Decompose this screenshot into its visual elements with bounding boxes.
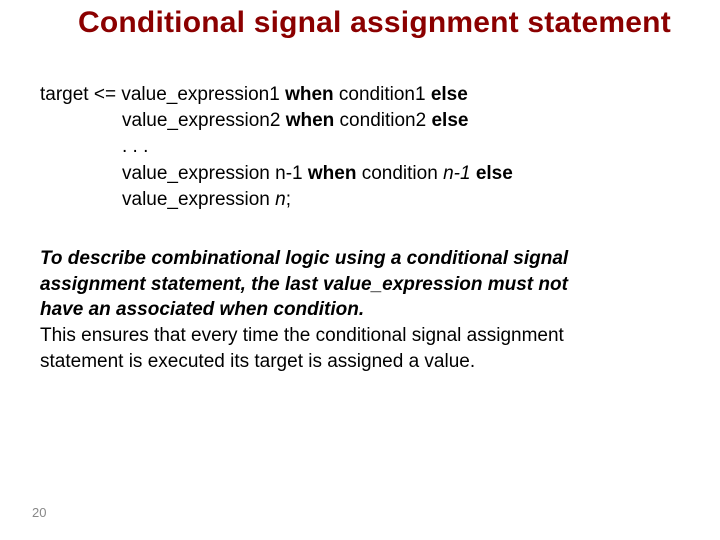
keyword-when: when	[285, 84, 334, 105]
text: value_expression2	[122, 110, 286, 131]
text: ;	[286, 189, 291, 210]
syntax-line-4: value_expression n-1 when condition n-1 …	[40, 161, 700, 187]
syntax-line-3: . . .	[40, 134, 700, 160]
keyword-else: else	[431, 110, 468, 131]
text: target <= value_expression1	[40, 84, 285, 105]
slide: Conditional signal assignment statement …	[0, 0, 720, 540]
text-italic: n	[275, 189, 286, 210]
keyword-when: when	[286, 110, 335, 131]
desc-line-4: This ensures that every time the conditi…	[40, 323, 680, 349]
keyword-else: else	[476, 163, 513, 184]
syntax-line-2: value_expression2 when condition2 else	[40, 108, 700, 134]
desc-line-5: statement is executed its target is assi…	[40, 349, 680, 375]
text-italic: n-1	[443, 163, 476, 184]
text: value_expression	[122, 189, 275, 210]
text: condition	[356, 163, 443, 184]
text: value_expression n-1	[122, 163, 308, 184]
desc-line-2: assignment statement, the last value_exp…	[40, 272, 680, 298]
desc-line-3: have an associated when condition.	[40, 297, 680, 323]
syntax-block: target <= value_expression1 when conditi…	[40, 82, 700, 213]
desc-line-1: To describe combinational logic using a …	[40, 246, 680, 272]
text: condition2	[334, 110, 431, 131]
syntax-line-5: value_expression n;	[40, 187, 700, 213]
slide-title: Conditional signal assignment statement	[78, 6, 710, 40]
keyword-when: when	[308, 163, 357, 184]
syntax-line-1: target <= value_expression1 when conditi…	[40, 82, 700, 108]
keyword-else: else	[431, 84, 468, 105]
page-number: 20	[32, 505, 46, 520]
description-block: To describe combinational logic using a …	[40, 246, 680, 374]
text: condition1	[334, 84, 431, 105]
